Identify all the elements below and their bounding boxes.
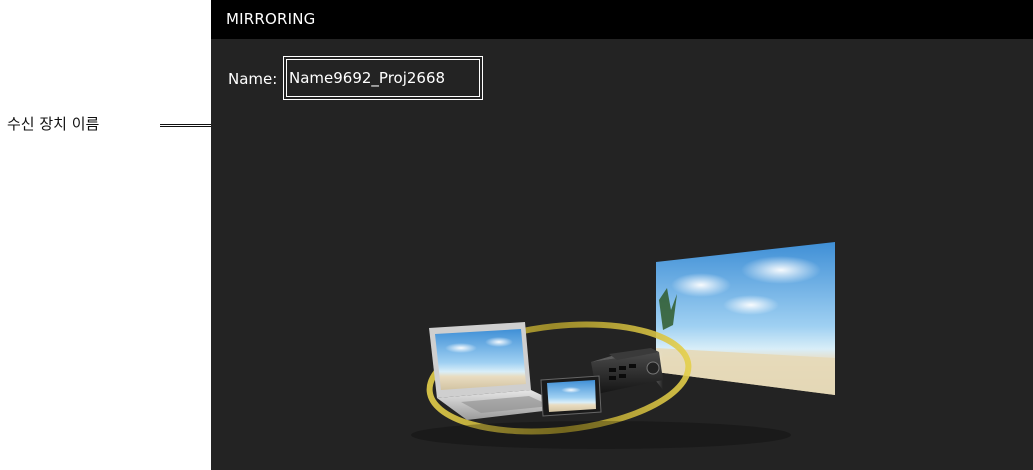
projection-screen-icon: [656, 242, 835, 395]
page-title: MIRRORING: [226, 10, 316, 28]
device-name-label: Name:: [228, 70, 278, 88]
device-name-value: Name9692_Proj2668: [289, 69, 446, 87]
smartphone-icon: [540, 375, 602, 417]
device-name-highlight-box: Name9692_Proj2668: [283, 56, 483, 100]
projector-icon: [591, 348, 663, 394]
title-bar: MIRRORING: [211, 0, 1033, 39]
mirroring-illustration: [411, 242, 835, 449]
mirroring-screen: MIRRORING Name: Name9692_Proj2668: [211, 0, 1033, 470]
callout-label: 수신 장치 이름: [7, 115, 100, 133]
page: 수신 장치 이름 MIRRORING Name: Name9692_Proj26…: [0, 0, 1033, 470]
